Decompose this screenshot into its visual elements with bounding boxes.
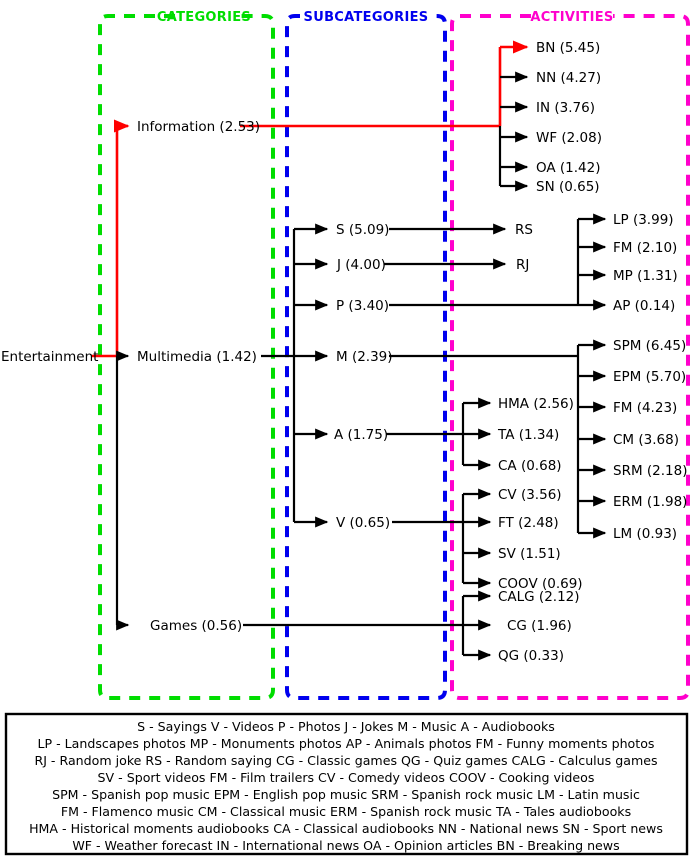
edge-information-group — [240, 40, 529, 192]
legend-line: SPM - Spanish pop music EPM - English po… — [52, 787, 640, 802]
node-a[interactable]: A (1.75) — [334, 427, 388, 443]
node-erm[interactable]: ERM (1.98) — [613, 494, 687, 510]
node-v[interactable]: V (0.65) — [336, 515, 390, 531]
node-p[interactable]: P (3.40) — [336, 298, 389, 314]
node-sn[interactable]: SN (0.65) — [536, 179, 600, 195]
node-rs[interactable]: RS — [515, 222, 533, 238]
legend-line: HMA - Historical moments audiobooks CA -… — [29, 821, 663, 836]
node-sv[interactable]: SV (1.51) — [498, 546, 561, 562]
node-cm[interactable]: CM (3.68) — [613, 432, 679, 448]
node-information[interactable]: Information (2.53) — [137, 119, 260, 135]
node-oa[interactable]: OA (1.42) — [536, 160, 601, 176]
node-rj[interactable]: RJ — [516, 257, 529, 273]
node-epm[interactable]: EPM (5.70) — [613, 369, 686, 385]
node-s[interactable]: S (5.09) — [336, 222, 389, 238]
legend-line: SV - Sport videos FM - Film trailers CV … — [98, 770, 595, 785]
node-ca[interactable]: CA (0.68) — [498, 458, 562, 474]
legend-line: FM - Flamenco music CM - Classical music… — [61, 804, 631, 819]
node-srm[interactable]: SRM (2.18) — [613, 463, 687, 479]
edge-music-group — [389, 339, 607, 539]
node-m[interactable]: M (2.39) — [336, 349, 393, 365]
node-in[interactable]: IN (3.76) — [536, 100, 595, 116]
node-wf[interactable]: WF (2.08) — [536, 130, 602, 146]
taxonomy-diagram: CATEGORIES SUBCATEGORIES ACTIVITIES Ente… — [1, 10, 690, 856]
node-fm-photos[interactable]: FM (2.10) — [613, 240, 677, 256]
legend-line: LP - Landscapes photos MP - Monuments ph… — [38, 736, 655, 751]
node-ft[interactable]: FT (2.48) — [498, 515, 559, 531]
edge-root-trunk — [91, 119, 130, 631]
node-spm[interactable]: SPM (6.45) — [613, 338, 686, 354]
legend-line: S - Sayings V - Videos P - Photos J - Jo… — [137, 719, 555, 734]
node-entertainment[interactable]: Entertainment — [1, 349, 98, 365]
node-hma[interactable]: HMA (2.56) — [498, 396, 574, 412]
column-header-activities: ACTIVITIES — [530, 10, 613, 25]
node-lm[interactable]: LM (0.93) — [613, 526, 677, 542]
node-qg[interactable]: QG (0.33) — [498, 648, 564, 664]
column-header-subcategories: SUBCATEGORIES — [304, 10, 429, 25]
node-lp[interactable]: LP (3.99) — [613, 212, 674, 228]
node-ta[interactable]: TA (1.34) — [497, 427, 559, 443]
edge-multimedia-group — [261, 223, 329, 528]
node-games[interactable]: Games (0.56) — [150, 618, 242, 634]
diagram-page: CATEGORIES SUBCATEGORIES ACTIVITIES Ente… — [0, 0, 693, 860]
edge-audiobooks-group — [386, 397, 492, 471]
legend-line: RJ - Random joke RS - Random saying CG -… — [34, 753, 657, 768]
edge-videos-group — [392, 488, 492, 589]
legend-line: WF - Weather forecast IN - International… — [72, 838, 619, 853]
node-nn[interactable]: NN (4.27) — [536, 70, 601, 86]
node-ap[interactable]: AP (0.14) — [613, 298, 675, 314]
node-j[interactable]: J (4.00) — [336, 257, 386, 273]
node-mp[interactable]: MP (1.31) — [613, 268, 678, 284]
node-fm-music[interactable]: FM (4.23) — [613, 400, 677, 416]
column-header-categories: CATEGORIES — [157, 10, 251, 25]
node-cg[interactable]: CG (1.96) — [507, 618, 572, 634]
node-multimedia[interactable]: Multimedia (1.42) — [137, 349, 257, 365]
node-bn[interactable]: BN (5.45) — [536, 40, 600, 56]
node-cv[interactable]: CV (3.56) — [498, 487, 562, 503]
edge-photos-group — [389, 213, 607, 311]
node-calg[interactable]: CALG (2.12) — [498, 589, 580, 605]
